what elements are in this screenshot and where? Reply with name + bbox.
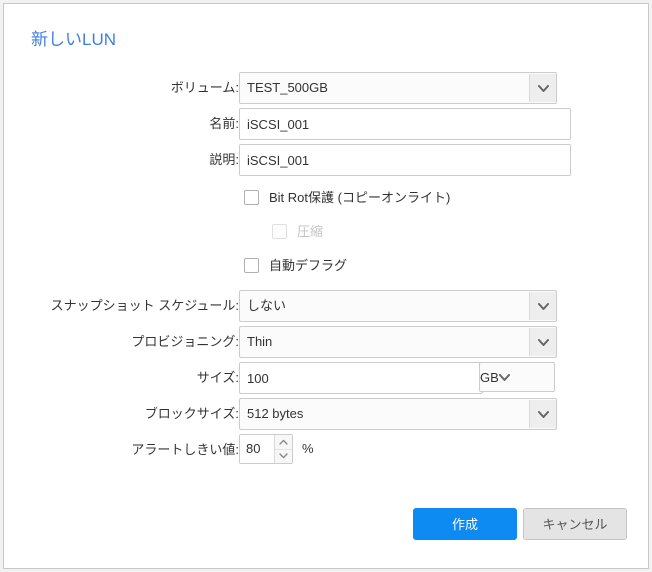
compression-checkbox-wrap: 圧縮 bbox=[272, 216, 323, 246]
dialog-footer: 作成 キャンセル bbox=[4, 508, 650, 540]
name-label: 名前: bbox=[209, 116, 239, 131]
compression-label: 圧縮 bbox=[297, 223, 324, 239]
volume-select-wrap: TEST_500GB bbox=[239, 72, 557, 104]
cancel-button[interactable]: キャンセル bbox=[523, 508, 627, 540]
alert-threshold-value[interactable]: 80 bbox=[240, 435, 274, 463]
form-row-block-size: ブロックサイズ: 512 bytes bbox=[4, 398, 650, 430]
form-row-size: サイズ: GB bbox=[4, 362, 650, 394]
chevron-down-icon[interactable] bbox=[275, 450, 292, 464]
form-row-alert-threshold: アラートしきい値: 80 % bbox=[4, 434, 650, 466]
create-button[interactable]: 作成 bbox=[413, 508, 517, 540]
description-label: 説明: bbox=[209, 152, 239, 167]
form-row-snapshot-schedule: スナップショット スケジュール: しない bbox=[4, 290, 650, 322]
volume-label: ボリューム: bbox=[170, 80, 239, 95]
snapshot-schedule-select-wrap: しない bbox=[239, 290, 557, 322]
block-size-label: ブロックサイズ: bbox=[144, 406, 239, 421]
chevron-down-icon[interactable] bbox=[498, 373, 510, 381]
volume-select-value: TEST_500GB bbox=[247, 80, 328, 95]
alert-threshold-stepper[interactable]: 80 bbox=[239, 434, 293, 464]
snapshot-schedule-select[interactable]: しない bbox=[239, 290, 557, 322]
provisioning-label: プロビジョニング: bbox=[131, 334, 239, 349]
form-row-bit-rot: Bit Rot保護 (コピーオンライト) bbox=[4, 182, 650, 212]
bit-rot-checkbox-wrap[interactable]: Bit Rot保護 (コピーオンライト) bbox=[244, 182, 450, 212]
size-label: サイズ: bbox=[196, 370, 239, 385]
page-background: 新しいLUN ボリューム: TEST_500GB 名前: iSCSI_001 説… bbox=[0, 0, 652, 572]
block-size-select[interactable]: 512 bytes bbox=[239, 398, 557, 430]
chevron-down-icon[interactable] bbox=[529, 328, 556, 356]
auto-defrag-checkbox[interactable] bbox=[244, 257, 259, 273]
chevron-up-icon[interactable] bbox=[275, 435, 292, 450]
form-row-name: 名前: bbox=[4, 108, 650, 140]
provisioning-select[interactable]: Thin bbox=[239, 326, 557, 358]
chevron-down-icon[interactable] bbox=[529, 292, 556, 320]
volume-select[interactable]: TEST_500GB bbox=[239, 72, 557, 104]
size-unit-value: GB bbox=[480, 369, 499, 385]
provisioning-value: Thin bbox=[247, 334, 273, 349]
page-title: 新しいLUN bbox=[31, 30, 117, 49]
form-row-volume: ボリューム: TEST_500GB bbox=[4, 72, 650, 104]
bit-rot-checkbox[interactable] bbox=[244, 189, 259, 205]
snapshot-schedule-label: スナップショット スケジュール: bbox=[50, 298, 239, 313]
chevron-down-icon[interactable] bbox=[529, 74, 556, 102]
provisioning-select-wrap: Thin bbox=[239, 326, 557, 358]
form-row-provisioning: プロビジョニング: Thin bbox=[4, 326, 650, 358]
compression-checkbox bbox=[272, 223, 287, 239]
size-input[interactable] bbox=[239, 362, 483, 394]
lun-form: ボリューム: TEST_500GB 名前: iSCSI_001 説明: iSCS… bbox=[4, 72, 650, 470]
block-size-select-wrap: 512 bytes bbox=[239, 398, 557, 430]
alert-threshold-label: アラートしきい値: bbox=[131, 442, 239, 457]
name-input[interactable] bbox=[239, 108, 571, 140]
auto-defrag-label: 自動デフラグ bbox=[269, 257, 348, 273]
new-lun-dialog: 新しいLUN ボリューム: TEST_500GB 名前: iSCSI_001 説… bbox=[3, 3, 649, 569]
name-input-wrap bbox=[239, 108, 571, 140]
size-input-wrap bbox=[239, 362, 483, 394]
alert-threshold-wrap: 80 bbox=[239, 434, 293, 464]
size-unit-select[interactable]: GB bbox=[479, 362, 555, 392]
snapshot-schedule-value: しない bbox=[247, 298, 287, 313]
description-input-wrap bbox=[239, 144, 571, 176]
alert-threshold-suffix: % bbox=[302, 441, 314, 456]
alert-threshold-buttons bbox=[274, 435, 292, 463]
form-row-compression: 圧縮 bbox=[4, 216, 650, 246]
form-row-description: 説明: bbox=[4, 144, 650, 176]
bit-rot-label: Bit Rot保護 (コピーオンライト) bbox=[269, 189, 451, 205]
auto-defrag-checkbox-wrap[interactable]: 自動デフラグ bbox=[244, 250, 347, 280]
form-row-auto-defrag: 自動デフラグ bbox=[4, 250, 650, 280]
block-size-value: 512 bytes bbox=[247, 406, 304, 421]
chevron-down-icon[interactable] bbox=[529, 400, 556, 428]
description-input[interactable] bbox=[239, 144, 571, 176]
